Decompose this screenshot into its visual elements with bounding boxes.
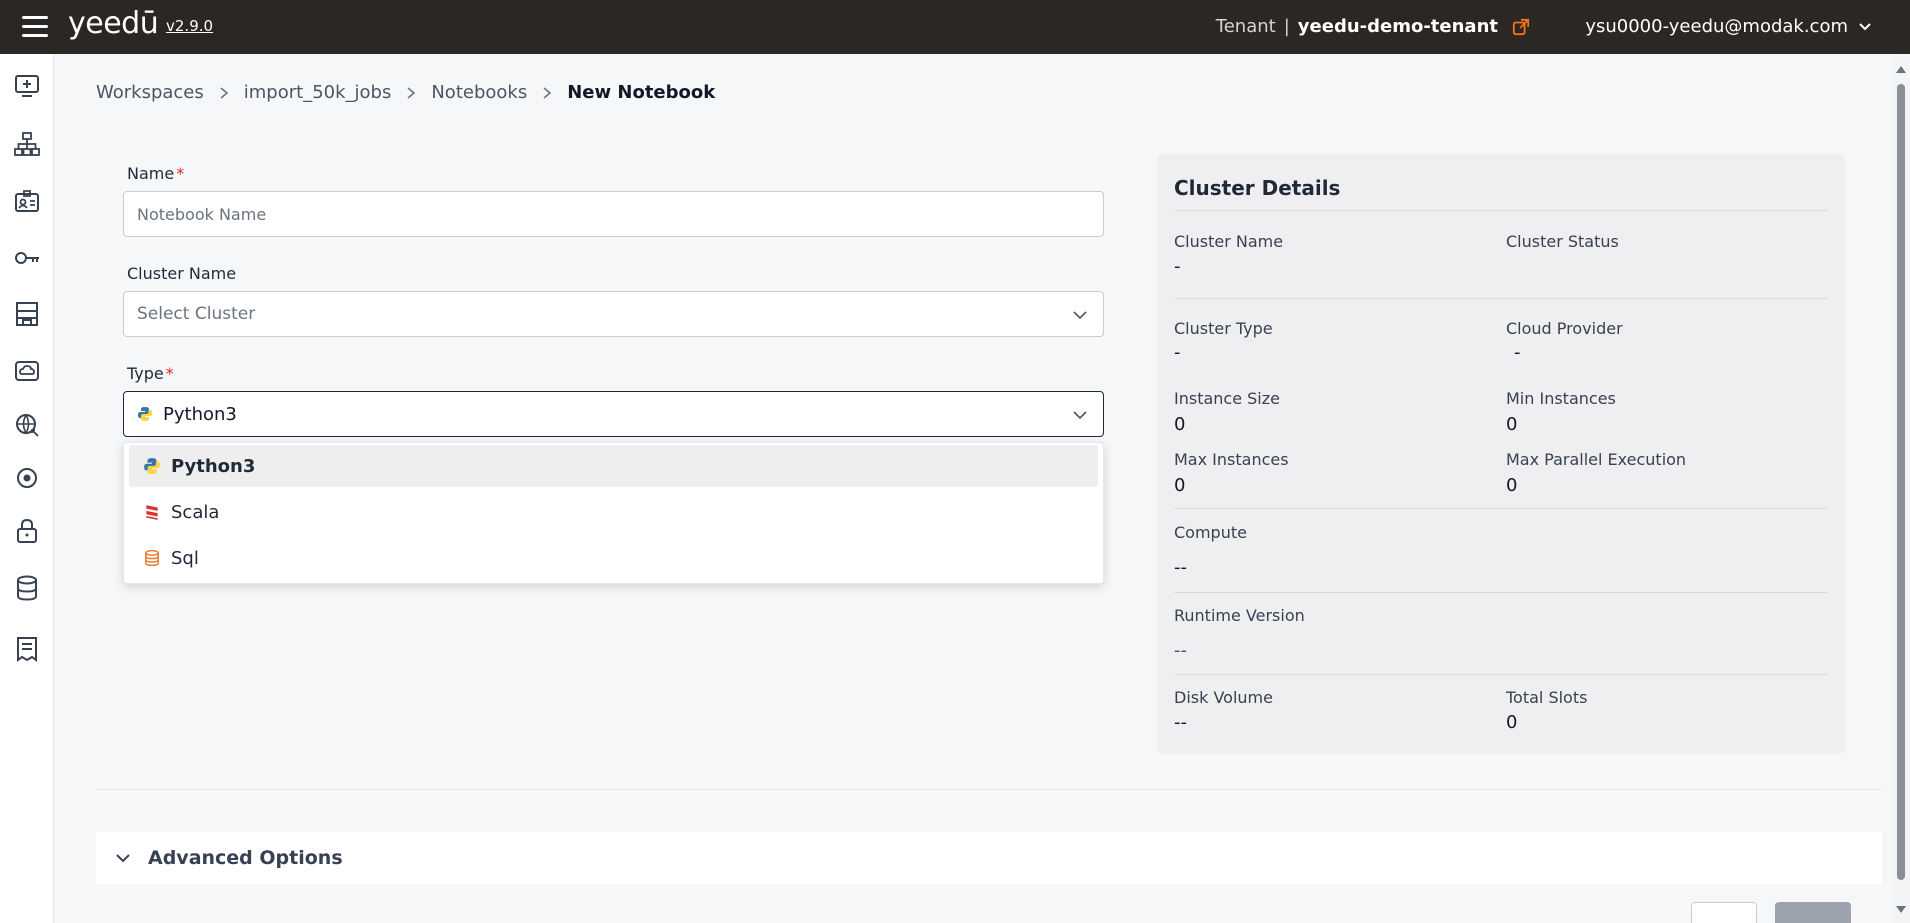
cluster-status-label: Cluster Status <box>1506 232 1619 251</box>
dropdown-option-scala[interactable]: Scala <box>129 491 1098 533</box>
cloud-icon[interactable] <box>13 357 41 385</box>
create-button[interactable] <box>1775 902 1851 923</box>
cluster-type-label: Cluster Type <box>1174 319 1273 338</box>
hamburger-menu-icon[interactable] <box>22 16 48 38</box>
advanced-options-label: Advanced Options <box>148 847 343 869</box>
required-mark: * <box>165 364 174 383</box>
globe-icon[interactable] <box>13 411 41 439</box>
new-workspace-icon[interactable] <box>13 72 41 100</box>
cluster-details-panel: Cluster Details Cluster Name - Cluster S… <box>1157 154 1845 754</box>
divider <box>1174 674 1828 675</box>
section-divider <box>96 789 1882 790</box>
instance-size-value: 0 <box>1174 414 1186 435</box>
divider <box>1174 298 1828 299</box>
dropdown-option-label: Sql <box>171 547 199 569</box>
notebook-name-field[interactable] <box>123 191 1104 237</box>
sql-database-icon <box>145 549 159 567</box>
receipt-icon[interactable] <box>13 635 41 663</box>
name-label: Name * <box>127 164 184 183</box>
id-card-icon[interactable] <box>13 187 41 215</box>
tenant-label: Tenant <box>1215 16 1276 37</box>
type-label: Type * <box>127 364 174 383</box>
cloud-provider-label: Cloud Provider <box>1506 319 1623 338</box>
user-menu[interactable]: ysu0000-yeedu@modak.com <box>1585 16 1872 37</box>
database-icon[interactable] <box>13 574 41 602</box>
breadcrumb-current: New Notebook <box>567 82 716 103</box>
dropdown-option-sql[interactable]: Sql <box>129 537 1098 579</box>
cluster-select[interactable]: Select Cluster <box>123 291 1104 337</box>
user-email: ysu0000-yeedu@modak.com <box>1585 16 1848 37</box>
cluster-details-title: Cluster Details <box>1174 176 1341 200</box>
chevron-right-icon <box>405 86 417 100</box>
scroll-down-arrow-icon[interactable] <box>1896 906 1906 913</box>
cluster-select-placeholder: Select Cluster <box>137 304 256 324</box>
scala-icon <box>146 505 158 520</box>
breadcrumb-workspace-name[interactable]: import_50k_jobs <box>244 82 392 103</box>
advanced-options-toggle[interactable]: Advanced Options <box>96 832 1882 884</box>
tenant-info: Tenant | yeedu-demo-tenant <box>1216 16 1530 37</box>
type-select-value: Python3 <box>163 403 237 425</box>
cluster-name-label: Cluster Name <box>127 264 237 283</box>
tenant-separator: | <box>1283 16 1290 37</box>
dropdown-option-python3[interactable]: Python3 <box>129 445 1098 487</box>
divider <box>1174 592 1828 593</box>
runtime-version-label: Runtime Version <box>1174 606 1305 625</box>
left-sidebar <box>0 54 54 923</box>
cloud-provider-value: - <box>1514 342 1521 363</box>
notebook-name-input[interactable] <box>137 204 1090 224</box>
cluster-name-detail-label: Cluster Name <box>1174 232 1284 251</box>
tenant-name: yeedu-demo-tenant <box>1297 16 1498 37</box>
cancel-button[interactable] <box>1691 902 1757 923</box>
vertical-scrollbar[interactable] <box>1892 54 1910 923</box>
min-instances-value: 0 <box>1506 414 1518 435</box>
breadcrumb-notebooks[interactable]: Notebooks <box>431 82 527 103</box>
top-bar: yeedū v2.9.0 Tenant | yeedu-demo-tenant … <box>0 0 1910 54</box>
runtime-version-value: -- <box>1174 640 1187 661</box>
chevron-right-icon <box>218 86 230 100</box>
type-select[interactable]: Python3 <box>123 391 1104 437</box>
breadcrumb: Workspaces import_50k_jobs Notebooks New… <box>96 82 715 103</box>
max-instances-label: Max Instances <box>1174 450 1289 469</box>
chevron-down-icon <box>1073 411 1087 420</box>
chevron-down-icon <box>1859 22 1871 30</box>
instance-size-label: Instance Size <box>1174 389 1280 408</box>
app-logo[interactable]: yeedū <box>68 6 159 41</box>
max-parallel-execution-label: Max Parallel Execution <box>1506 450 1687 469</box>
scrollbar-thumb[interactable] <box>1897 84 1905 880</box>
python-icon <box>144 458 160 474</box>
max-parallel-execution-value: 0 <box>1506 475 1518 496</box>
cluster-type-value: - <box>1174 342 1181 363</box>
chevron-right-icon <box>541 86 553 100</box>
scroll-up-arrow-icon[interactable] <box>1896 66 1906 73</box>
disk-volume-label: Disk Volume <box>1174 688 1273 707</box>
python-icon <box>138 407 152 421</box>
cluster-name-detail-value: - <box>1174 256 1181 277</box>
type-dropdown-menu: Python3 Scala Sql <box>123 442 1104 584</box>
divider <box>1174 210 1828 211</box>
target-icon[interactable] <box>13 464 41 492</box>
breadcrumb-workspaces[interactable]: Workspaces <box>96 82 204 103</box>
total-slots-value: 0 <box>1506 712 1518 733</box>
total-slots-label: Total Slots <box>1506 688 1588 707</box>
name-label-text: Name <box>127 164 175 183</box>
dropdown-option-label: Scala <box>171 501 220 523</box>
compute-value: -- <box>1174 557 1187 578</box>
sitemap-icon[interactable] <box>13 130 41 158</box>
chevron-down-icon <box>1073 311 1087 320</box>
lock-icon[interactable] <box>13 517 41 545</box>
key-icon[interactable] <box>13 244 41 272</box>
min-instances-label: Min Instances <box>1506 389 1616 408</box>
max-instances-value: 0 <box>1174 475 1186 496</box>
dropdown-option-label: Python3 <box>171 455 256 477</box>
disk-volume-value: -- <box>1174 712 1187 733</box>
divider <box>1174 508 1828 509</box>
type-label-text: Type <box>127 364 164 383</box>
version-link[interactable]: v2.9.0 <box>166 17 213 35</box>
required-mark: * <box>176 164 185 183</box>
chevron-down-icon <box>116 854 130 863</box>
compute-label: Compute <box>1174 523 1247 542</box>
external-link-icon[interactable] <box>1512 18 1530 36</box>
building-icon[interactable] <box>13 300 41 328</box>
